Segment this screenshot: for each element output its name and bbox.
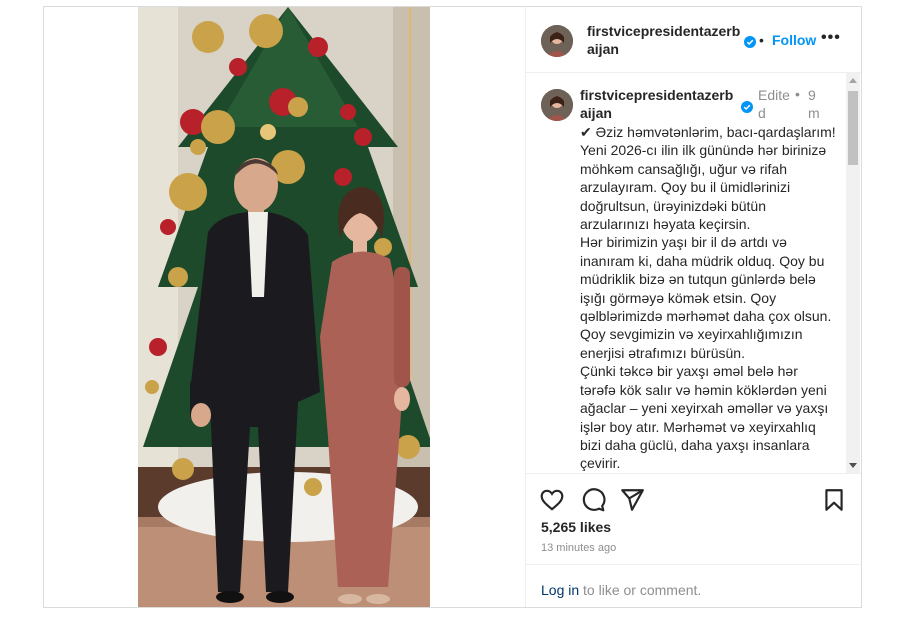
login-prompt: Log in to like or comment. [525, 564, 861, 607]
more-options-icon[interactable]: ••• [821, 29, 841, 47]
post-media [44, 7, 526, 607]
separator-dot: • [795, 86, 800, 102]
likes-count[interactable]: 5,265 likes [541, 519, 611, 535]
avatar[interactable] [541, 25, 573, 57]
caption-area[interactable]: firstvicepresidentazerbaijan Edited • 9m… [525, 73, 861, 474]
scroll-down-arrow-icon[interactable] [849, 463, 857, 468]
post-photo[interactable] [138, 7, 430, 607]
bookmark-icon[interactable] [821, 487, 847, 513]
separator-dot: • [759, 32, 764, 48]
scrollbar-thumb[interactable] [848, 91, 858, 165]
post-sidebar: firstvicepresidentazerbaijan • Follow ••… [525, 7, 861, 607]
login-link[interactable]: Log in [541, 582, 579, 598]
scroll-up-arrow-icon[interactable] [849, 78, 857, 83]
verified-badge-icon [741, 99, 753, 117]
action-bar [525, 475, 861, 525]
edited-label: Edited [758, 87, 790, 121]
post-time: 9m [808, 87, 820, 121]
caption-text: ✔ Əziz həmvətənlərim, bacı-qardaşlarım! … [580, 124, 836, 472]
comment-icon[interactable] [580, 487, 606, 513]
verified-badge-icon [744, 34, 756, 52]
caption-scrollbar[interactable] [846, 73, 860, 473]
instagram-post: firstvicepresidentazerbaijan • Follow ••… [43, 6, 862, 608]
login-prompt-text: to like or comment. [579, 582, 702, 598]
heart-icon[interactable] [539, 487, 565, 513]
share-icon[interactable] [619, 487, 645, 513]
post-timestamp: 13 minutes ago [541, 542, 617, 554]
username-link[interactable]: firstvicepresidentazerbaijan [587, 22, 745, 58]
avatar[interactable] [541, 89, 573, 121]
caption-username-link[interactable]: firstvicepresidentazerbaijan [580, 86, 740, 122]
follow-button[interactable]: Follow [772, 32, 816, 48]
post-header: firstvicepresidentazerbaijan • Follow ••… [525, 7, 861, 73]
